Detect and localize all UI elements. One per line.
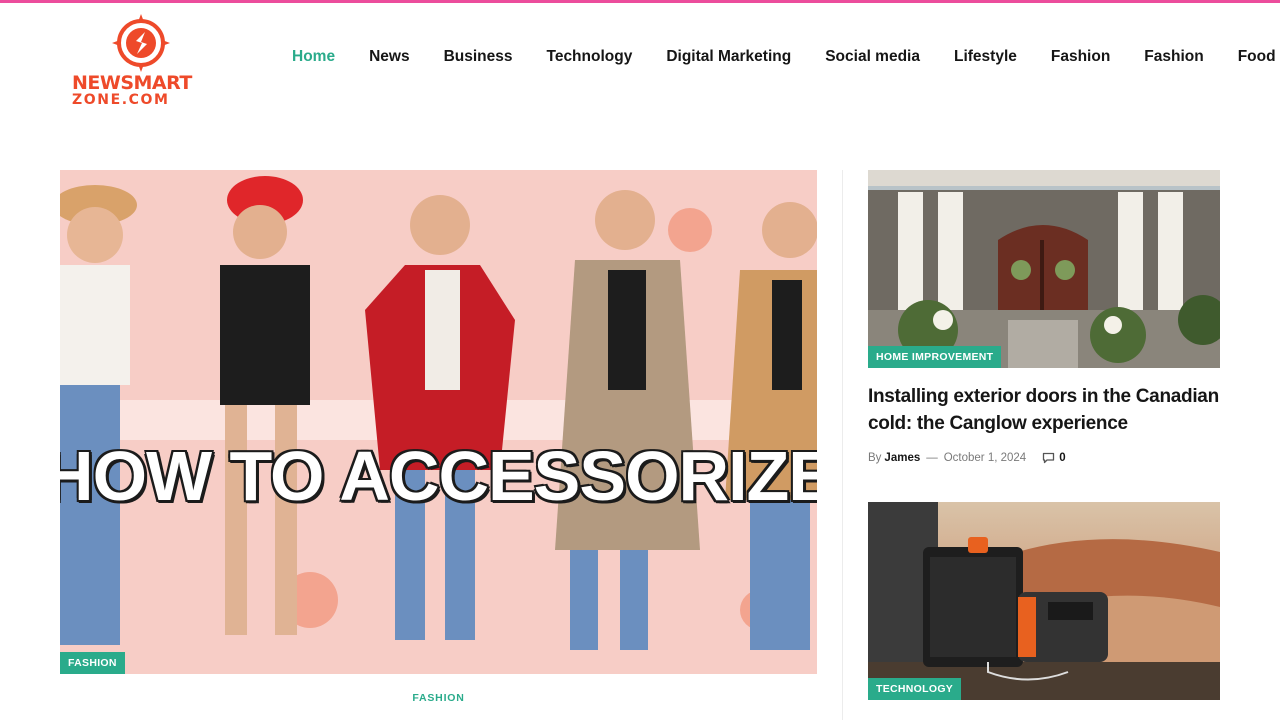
- featured-category-link[interactable]: FASHION: [60, 692, 817, 704]
- side-post-image-house[interactable]: [868, 170, 1220, 368]
- side-post-2-category-badge[interactable]: TECHNOLOGY: [868, 678, 962, 700]
- side-post-title[interactable]: Installing exterior doors in the Canadia…: [868, 383, 1220, 437]
- byline-label: By: [868, 452, 882, 464]
- logo-text-primary: NEWSMART: [72, 72, 192, 94]
- post-date: October 1, 2024: [943, 452, 1027, 464]
- comment-icon: [1043, 452, 1055, 464]
- comments-count: 0: [1059, 452, 1066, 464]
- nav-item-technology[interactable]: Technology: [547, 48, 633, 66]
- logo-text-secondary: ZONE.COM: [72, 92, 170, 108]
- nav-item-fashion[interactable]: Fashion: [1051, 48, 1110, 66]
- house-door-illustration: [868, 170, 1220, 368]
- nav-item-food[interactable]: Food: [1238, 48, 1276, 66]
- featured-category-badge[interactable]: FASHION: [60, 652, 125, 674]
- nav-item-news[interactable]: News: [369, 48, 410, 66]
- nav-item-business[interactable]: Business: [444, 48, 513, 66]
- side-post-meta: By James — October 1, 2024 0: [868, 450, 1066, 466]
- main-nav: Home News Business Technology Digital Ma…: [275, 44, 1280, 70]
- meta-separator: —: [926, 452, 938, 464]
- top-accent-bar: [0, 0, 1280, 3]
- side-post-category-badge[interactable]: HOME IMPROVEMENT: [868, 346, 1002, 368]
- comments-link[interactable]: 0: [1042, 452, 1066, 464]
- nav-item-social-media[interactable]: Social media: [825, 48, 920, 66]
- nav-item-fashion-2[interactable]: Fashion: [1144, 48, 1203, 66]
- featured-image-caption: HOW TO ACCESSORIZE: [60, 438, 817, 514]
- nav-item-digital-marketing[interactable]: Digital Marketing: [666, 48, 791, 66]
- side-post-image-power-station[interactable]: [868, 502, 1220, 700]
- author-link[interactable]: James: [884, 452, 920, 464]
- logo-emblem-icon: [112, 14, 170, 72]
- nav-item-home[interactable]: Home: [292, 48, 335, 66]
- featured-post-image[interactable]: HOW TO ACCESSORIZE: [60, 170, 817, 674]
- featured-image-illustration: [60, 170, 817, 674]
- nav-item-lifestyle[interactable]: Lifestyle: [954, 48, 1017, 66]
- column-divider: [842, 170, 843, 720]
- site-logo[interactable]: NEWSMART ZONE.COM: [72, 12, 212, 108]
- power-station-illustration: [868, 502, 1220, 700]
